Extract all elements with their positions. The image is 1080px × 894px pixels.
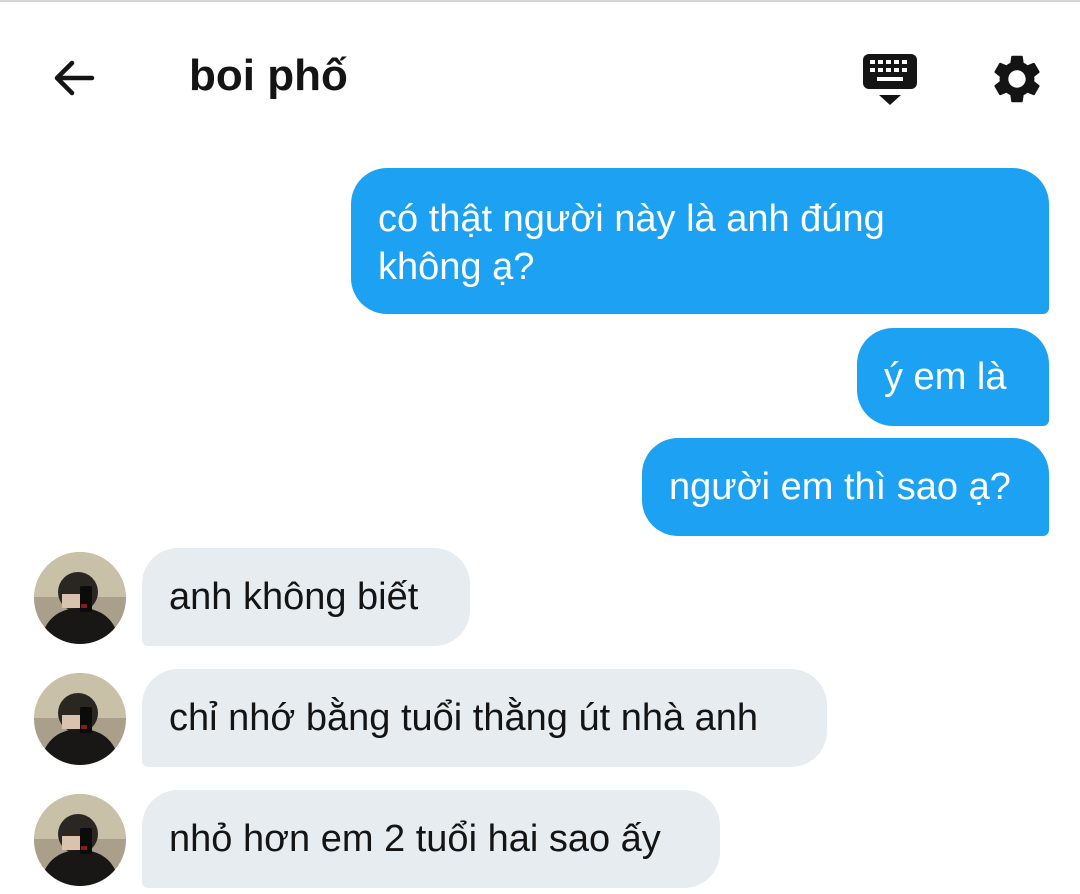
settings-button[interactable] [988,50,1046,108]
message-text: không ạ? [378,246,535,288]
message-text: ý em là [884,356,1007,398]
message-bubble-incoming[interactable]: anh không biết [142,548,470,646]
keyboard-toggle-button[interactable] [860,52,922,108]
profile-photo [34,552,126,644]
message-text: người em thì sao ạ? [669,466,1011,508]
avatar[interactable] [34,673,126,765]
arrow-left-icon [54,60,95,96]
message-text: chỉ nhớ bằng tuổi thằng út nhà anh [169,697,759,739]
profile-photo [34,673,126,765]
message-bubble-outgoing[interactable]: người em thì sao ạ? [642,438,1049,536]
back-button[interactable] [46,50,102,106]
message-bubble-outgoing[interactable]: có thật người này là anh đúng không ạ? [351,168,1049,314]
keyboard-hide-icon [863,54,917,105]
chat-header: boi phố [0,2,1080,150]
message-text: có thật người này là anh đúng [378,198,885,240]
gear-icon [994,55,1040,103]
message-bubble-outgoing[interactable]: ý em là [857,328,1049,426]
message-bubble-incoming[interactable]: nhỏ hơn em 2 tuổi hai sao ấy [142,790,720,888]
conversation-title: boi phố [189,51,348,100]
profile-photo [34,794,126,886]
message-text: nhỏ hơn em 2 tuổi hai sao ấy [169,818,661,860]
message-bubble-incoming[interactable]: chỉ nhớ bằng tuổi thằng út nhà anh [142,669,827,767]
message-text: anh không biết [169,576,419,618]
avatar[interactable] [34,794,126,886]
avatar[interactable] [34,552,126,644]
